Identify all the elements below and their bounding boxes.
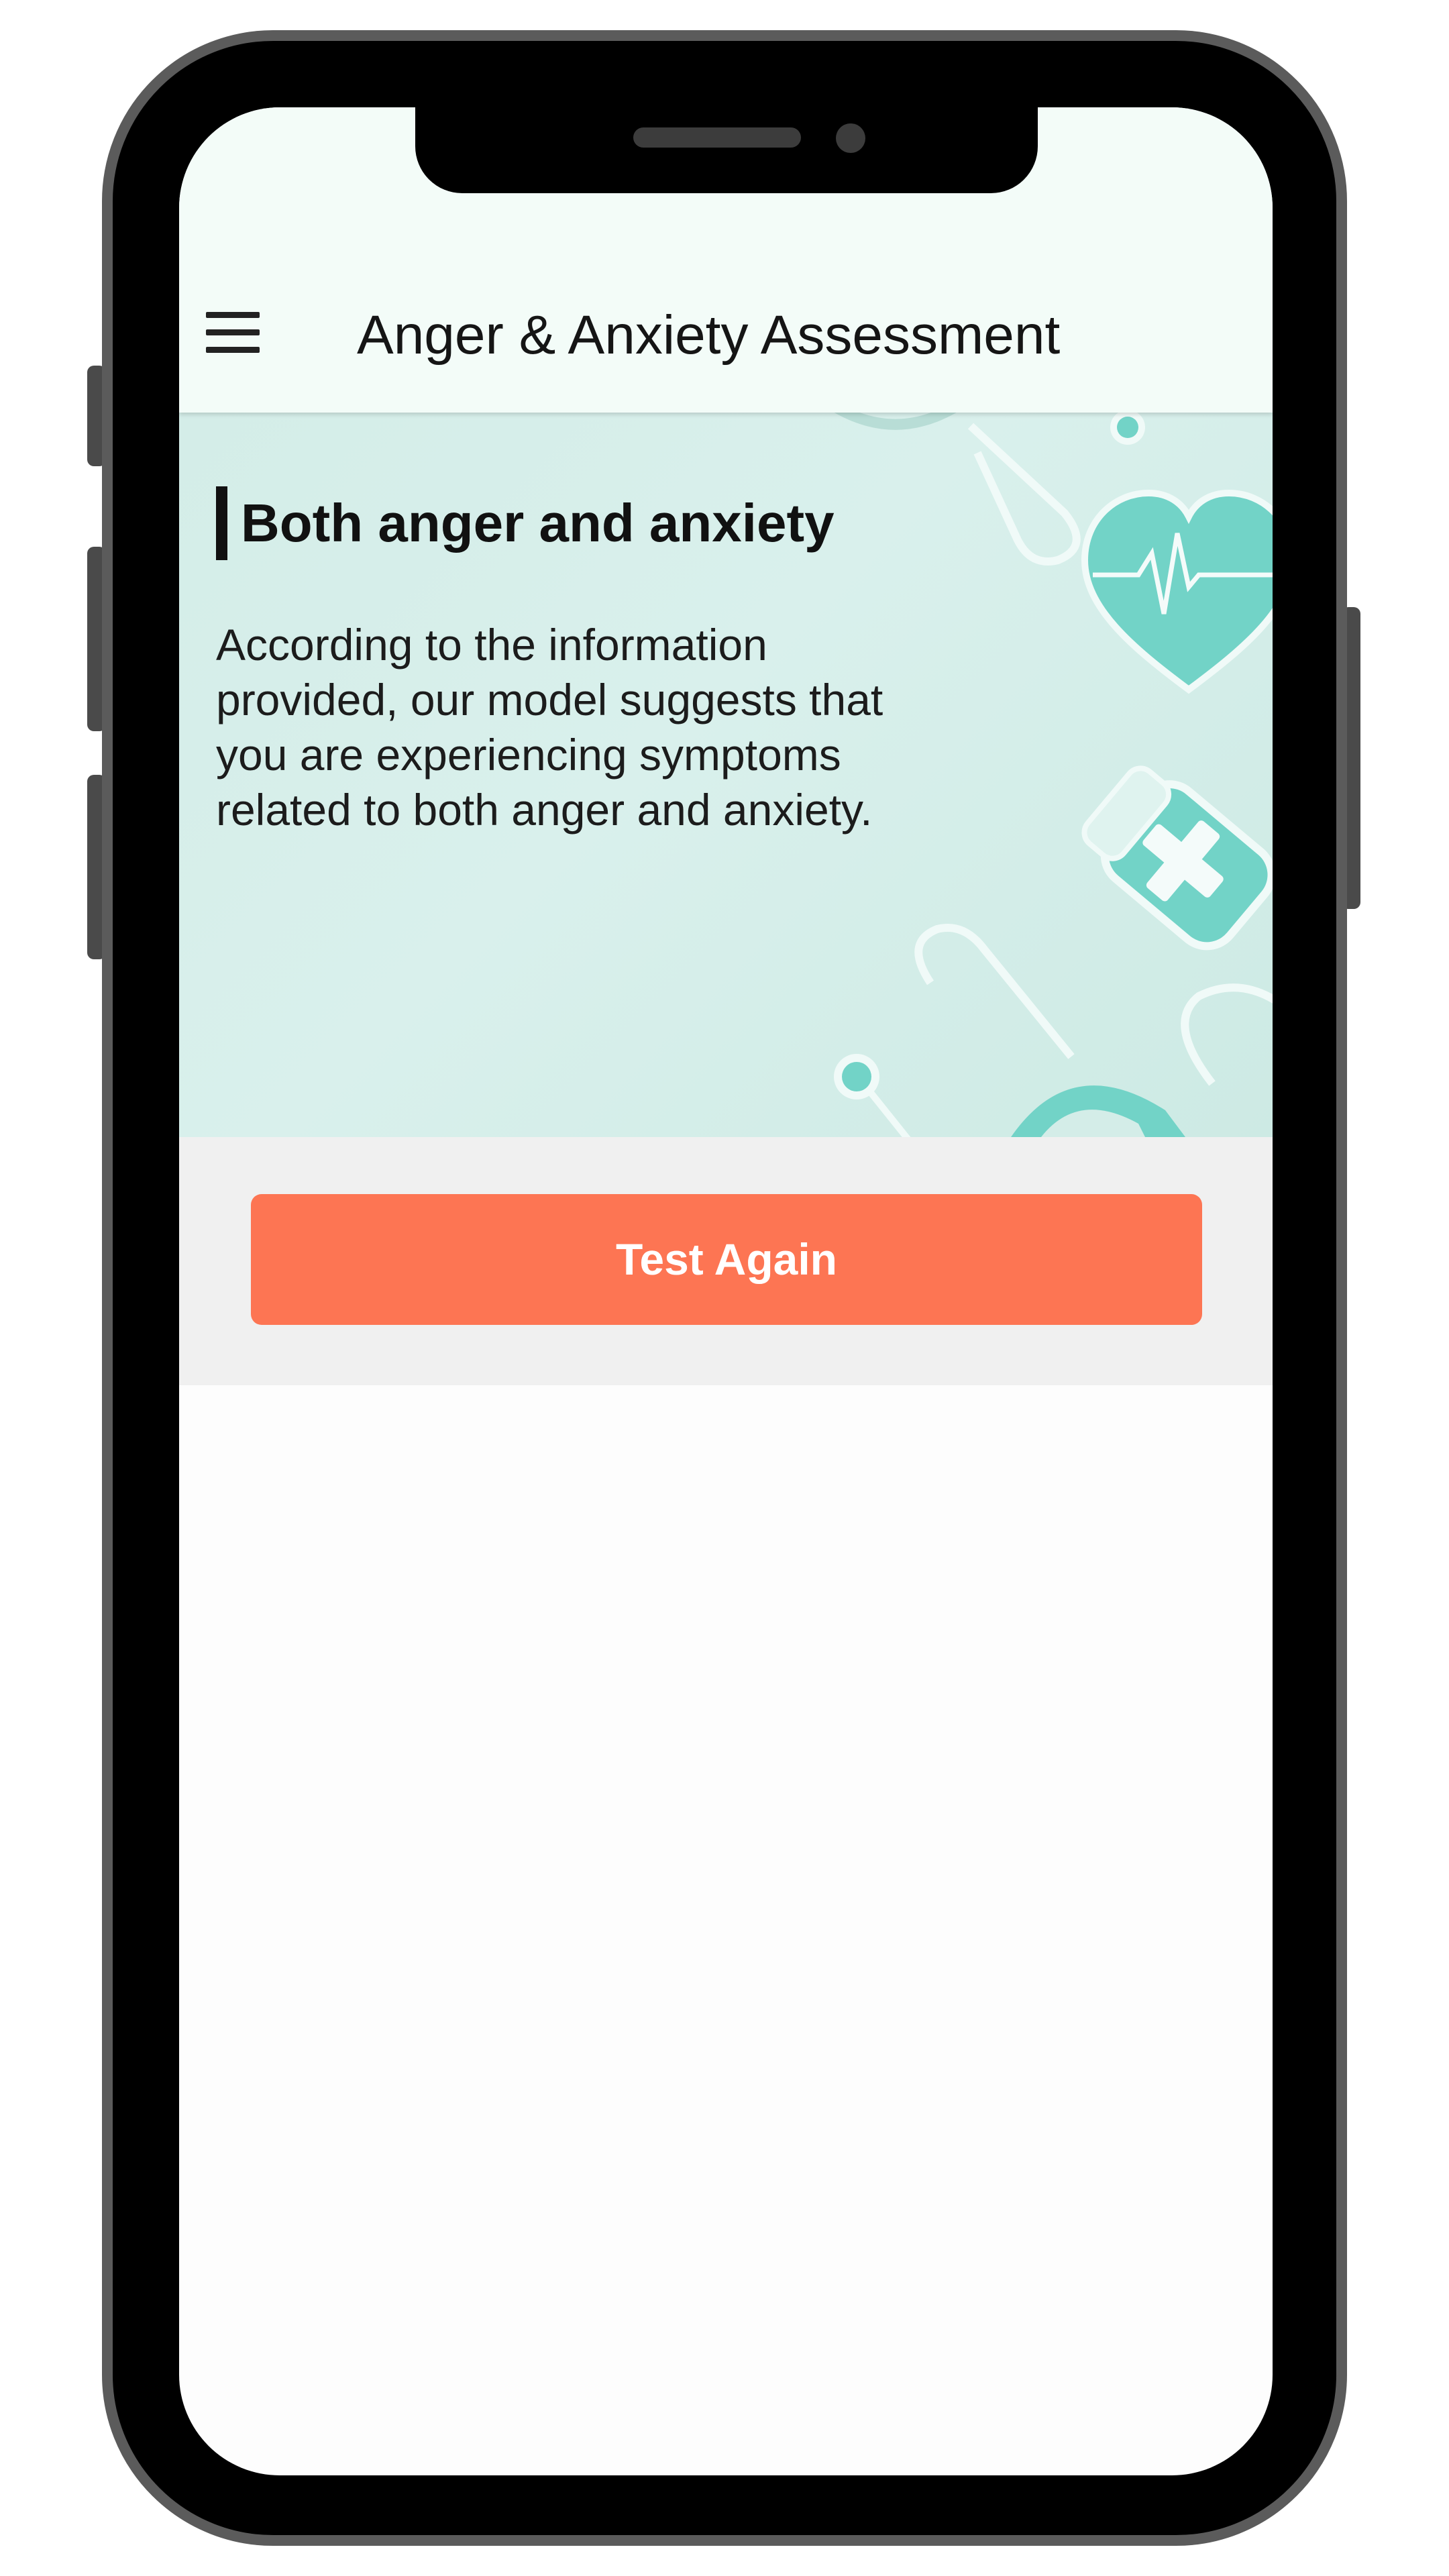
app-title: Anger & Anxiety Assessment: [357, 305, 1061, 366]
test-again-button[interactable]: Test Again: [251, 1194, 1202, 1325]
phone-screen: Anger & Anxiety Assessment Both anger an…: [179, 107, 1273, 2475]
speaker-grille: [633, 127, 801, 148]
result-card: Both anger and anxiety According to the …: [179, 413, 1273, 1137]
result-description: According to the information provided, o…: [216, 620, 883, 835]
stethoscope-icon: [834, 924, 1273, 1137]
front-camera: [836, 123, 865, 153]
heart-pulse-icon: [1081, 489, 1273, 694]
phone-notch: [415, 107, 1038, 193]
result-title: Both anger and anxiety: [216, 486, 835, 560]
medicine-bottle-icon: [1081, 765, 1273, 951]
hamburger-menu-icon[interactable]: [206, 312, 261, 354]
action-area: Test Again: [179, 1137, 1273, 1385]
